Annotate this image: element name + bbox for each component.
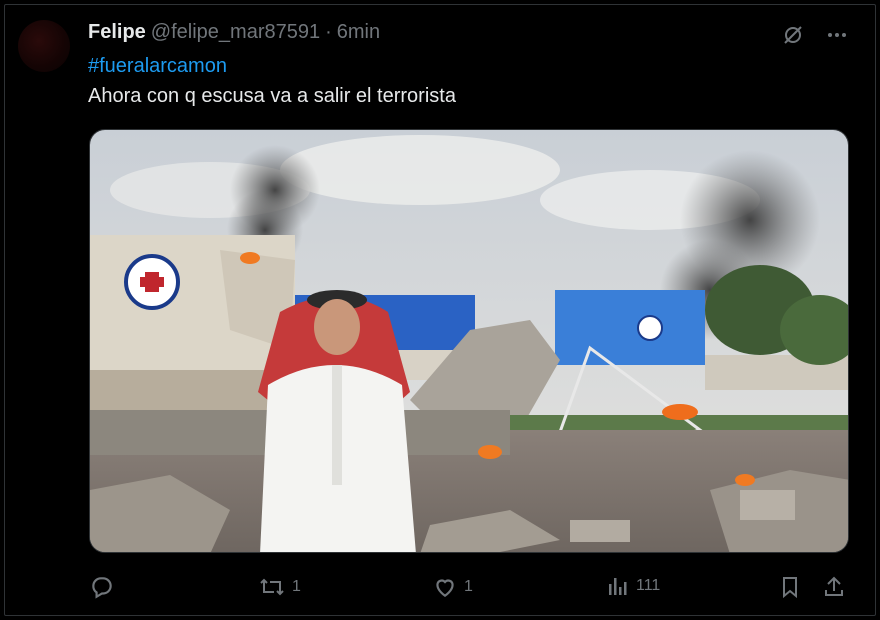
retweet-button[interactable]: 1	[258, 574, 301, 600]
views-count: 111	[636, 577, 661, 594]
like-button[interactable]: 1	[432, 574, 473, 600]
reply-icon	[89, 574, 115, 600]
grok-icon[interactable]	[780, 22, 806, 48]
media-image	[90, 130, 848, 552]
share-icon	[822, 574, 846, 600]
reply-button[interactable]	[89, 574, 121, 600]
tweet-actions: 1 1 111	[0, 570, 880, 604]
separator-dot: ·	[325, 21, 332, 43]
tweet-header: Felipe @felipe_mar87591 · 6min	[88, 21, 380, 44]
bookmark-icon	[778, 574, 802, 600]
share-button[interactable]	[822, 574, 846, 600]
bookmark-button[interactable]	[778, 574, 802, 600]
user-handle[interactable]: @felipe_mar87591	[151, 21, 320, 44]
tweet-top-actions	[780, 22, 850, 48]
avatar[interactable]	[18, 20, 70, 72]
views-icon	[606, 574, 630, 598]
display-name[interactable]: Felipe	[88, 21, 146, 44]
more-icon[interactable]	[824, 22, 850, 48]
retweet-icon	[258, 574, 286, 600]
timestamp[interactable]: 6min	[337, 21, 380, 44]
tweet-text: Ahora con q escusa va a salir el terrori…	[88, 85, 456, 107]
like-count: 1	[464, 578, 473, 595]
person-figure	[258, 290, 416, 552]
like-icon	[432, 574, 458, 600]
retweet-count: 1	[292, 578, 301, 595]
hashtag-link[interactable]: #fueralarcamon	[88, 55, 227, 78]
views-button[interactable]: 111	[606, 574, 660, 598]
tweet-media[interactable]	[89, 129, 849, 553]
